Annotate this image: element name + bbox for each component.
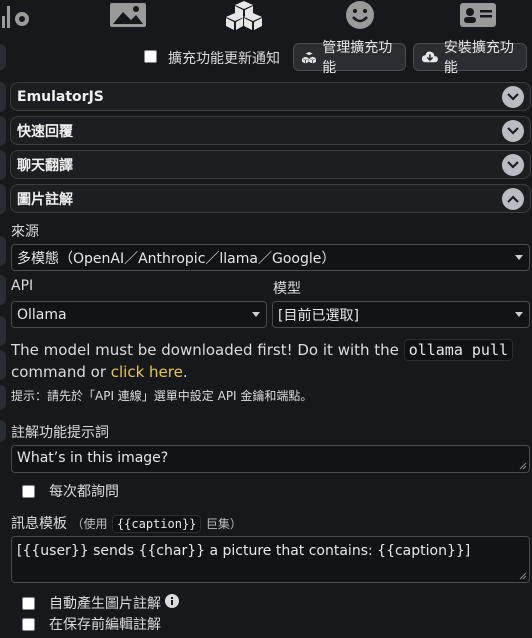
install-extension-button[interactable]: 安裝擴充功能 (413, 40, 527, 76)
side-panel-edge (0, 275, 6, 305)
install-extension-label: 安裝擴充功能 (443, 40, 514, 76)
side-panel-edge (0, 420, 6, 442)
chevron-down-icon (502, 86, 524, 108)
auto-caption-checkbox[interactable] (22, 596, 35, 610)
side-panel-edge (0, 316, 6, 346)
drawer-quick-reply[interactable]: 快速回覆 (10, 116, 531, 145)
side-panel-edge (0, 150, 6, 180)
source-select[interactable]: 多模態（OpenAI／Anthropic／llama／Google） (11, 244, 530, 271)
source-value: 多模態（OpenAI／Anthropic／llama／Google） (17, 250, 336, 267)
image-icon[interactable] (108, 0, 148, 30)
resize-grip-icon[interactable] (519, 572, 527, 580)
source-label: 來源 (11, 224, 39, 240)
update-notify-label: 擴充功能更新通知 (168, 51, 280, 67)
drawer-image-captioning[interactable]: 圖片註解 (10, 184, 531, 213)
model-download-notice: The model must be downloaded first! Do i… (11, 339, 526, 383)
extensions-cubes-icon[interactable] (224, 0, 264, 30)
chevron-down-icon (502, 120, 524, 142)
ask-every-time-row: 每次都詢問 (22, 481, 119, 501)
model-select[interactable]: [目前已選取] (272, 301, 530, 328)
drawer-title: 圖片註解 (17, 191, 73, 208)
update-notify-checkbox[interactable] (144, 50, 157, 63)
cubes-icon (302, 51, 317, 63)
info-icon[interactable] (165, 594, 179, 612)
model-label: 模型 (273, 281, 301, 297)
manage-extensions-label: 管理擴充功能 (322, 40, 393, 76)
api-select[interactable]: Ollama (11, 301, 267, 328)
drawer-title: 快速回覆 (17, 123, 73, 140)
manage-extensions-button[interactable]: 管理擴充功能 (293, 40, 406, 76)
dropdown-caret-icon (515, 255, 523, 260)
drawer-title: 聊天翻譯 (17, 157, 73, 174)
drawer-chat-translation[interactable]: 聊天翻譯 (10, 150, 531, 179)
side-panel-edge (0, 236, 6, 266)
side-panel-edge (0, 385, 6, 410)
chevron-down-icon (502, 154, 524, 176)
ask-every-time-label: 每次都詢問 (49, 484, 119, 500)
edit-before-save-checkbox[interactable] (22, 617, 35, 631)
edit-before-save-label: 在保存前編輯註解 (49, 617, 161, 633)
caption-prompt-value: What’s in this image? (17, 450, 169, 466)
side-panel-edge (0, 350, 6, 380)
message-template-label-row: 訊息模板 （使用 {{caption}} 巨集） (11, 515, 242, 533)
api-value: Ollama (17, 306, 67, 323)
caption-prompt-input[interactable]: What’s in this image? (11, 445, 530, 473)
settings-icon[interactable] (0, 0, 34, 30)
user-card-icon[interactable] (459, 0, 497, 30)
caption-prompt-label: 註解功能提示詞 (11, 425, 109, 441)
api-label: API (11, 278, 34, 294)
drawer-emulatorjs[interactable]: EmulatorJS (10, 82, 531, 111)
dropdown-caret-icon (252, 312, 260, 317)
top-icon-bar (0, 0, 532, 32)
ask-every-time-checkbox[interactable] (22, 484, 35, 498)
extensions-toolbar: 擴充功能更新通知 管理擴充功能 安裝擴充功能 (0, 40, 532, 76)
chevron-up-icon (502, 188, 524, 210)
message-template-value: [{{user}} sends {{char}} a picture that … (17, 543, 471, 559)
caption-macro-code: {{caption}} (111, 515, 202, 533)
ollama-pull-command: ollama pull (403, 339, 514, 361)
click-here-link[interactable]: click here (111, 363, 183, 381)
resize-grip-icon[interactable] (519, 462, 527, 470)
message-template-label: 訊息模板 (11, 516, 67, 532)
message-template-input[interactable]: [{{user}} sends {{char}} a picture that … (11, 536, 530, 583)
model-value: [目前已選取] (278, 307, 359, 324)
side-panel-edge (0, 82, 6, 112)
smiley-icon[interactable] (343, 0, 377, 30)
auto-caption-label: 自動產生圖片註解 (49, 596, 161, 612)
drawer-title: EmulatorJS (17, 88, 104, 105)
side-panel-edge (0, 184, 6, 214)
edit-before-save-row: 在保存前編輯註解 (22, 614, 161, 634)
auto-caption-row: 自動產生圖片註解 (22, 593, 179, 613)
side-panel-edge (0, 116, 6, 146)
dropdown-caret-icon (515, 312, 523, 317)
cloud-download-icon (422, 51, 438, 63)
api-hint: 提示：請先於「API 連線」選單中設定 API 金鑰和端點。 (11, 389, 313, 403)
